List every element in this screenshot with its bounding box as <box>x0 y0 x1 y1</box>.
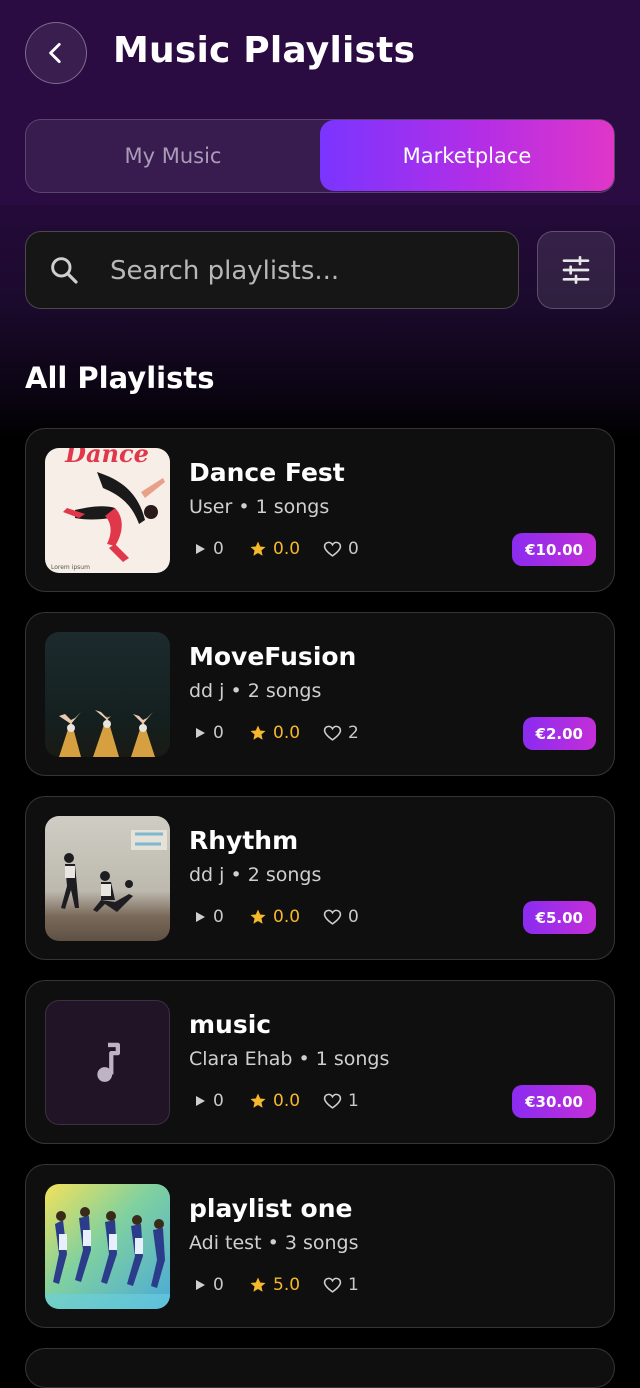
playlist-subtitle: Clara Ehab • 1 songs <box>189 1048 390 1070</box>
search-icon <box>51 257 78 284</box>
music-note-icon <box>96 1042 120 1082</box>
star-icon <box>250 909 266 924</box>
rating-value: 5.0 <box>273 1275 301 1295</box>
play-count: 0 <box>213 1091 224 1111</box>
playlist-cover <box>45 632 170 757</box>
cover-footer: Lorem ipsum <box>51 564 90 571</box>
star-icon <box>250 1277 266 1292</box>
chevron-left-icon <box>49 42 61 64</box>
price-badge: €30.00 <box>512 1085 596 1118</box>
playlist-cover <box>45 1184 170 1309</box>
playlist-list: Dance Lorem ipsum Dance Fest User • 1 so… <box>25 428 615 1388</box>
playlist-cover <box>45 816 170 941</box>
play-icon <box>196 544 205 554</box>
playlist-card[interactable]: MoveFusion dd j • 2 songs 0 0.0 2 €2.00 <box>25 612 615 776</box>
playlist-subtitle: dd j • 2 songs <box>189 864 322 886</box>
playlist-card[interactable]: Rhythm dd j • 2 songs 0 0.0 0 €5.00 <box>25 796 615 960</box>
play-count: 0 <box>213 723 224 743</box>
like-count: 0 <box>348 539 359 559</box>
filter-button[interactable] <box>537 231 615 309</box>
playlist-title: MoveFusion <box>189 642 357 671</box>
playlist-title: Dance Fest <box>189 458 345 487</box>
price-badge: €2.00 <box>522 717 596 750</box>
playlist-cover <box>45 1000 170 1125</box>
heart-icon <box>323 725 342 741</box>
playlist-card[interactable] <box>25 1348 615 1388</box>
playlist-card[interactable]: music Clara Ehab • 1 songs 0 0.0 1 €30.0… <box>25 980 615 1144</box>
play-count: 0 <box>213 539 224 559</box>
playlist-stats: 0 0.0 1 <box>193 1089 359 1113</box>
playlist-stats: 0 0.0 0 <box>193 537 359 561</box>
star-icon <box>250 1093 266 1108</box>
tab-my-music[interactable]: My Music <box>26 120 320 191</box>
playlist-title: music <box>189 1010 272 1039</box>
section-title: All Playlists <box>25 361 215 395</box>
playlist-title: playlist one <box>189 1194 353 1223</box>
play-icon <box>196 1280 205 1290</box>
rating-value: 0.0 <box>273 907 301 927</box>
playlist-cover: Dance Lorem ipsum <box>45 448 170 573</box>
playlist-stats: 0 0.0 0 <box>193 905 359 929</box>
like-count: 0 <box>348 907 359 927</box>
play-icon <box>196 1096 205 1106</box>
like-count: 1 <box>348 1275 359 1295</box>
playlist-title: Rhythm <box>189 826 299 855</box>
search-bar <box>25 231 519 309</box>
heart-icon <box>323 909 342 925</box>
back-button[interactable] <box>25 22 87 84</box>
playlist-subtitle: User • 1 songs <box>189 496 330 518</box>
cover-caption: Dance <box>64 448 149 468</box>
star-icon <box>250 541 266 556</box>
price-badge: €10.00 <box>512 533 596 566</box>
sliders-icon <box>562 255 590 284</box>
heart-icon <box>323 541 342 557</box>
playlist-subtitle: dd j • 2 songs <box>189 680 322 702</box>
like-count: 1 <box>348 1091 359 1111</box>
play-count: 0 <box>213 1275 224 1295</box>
play-count: 0 <box>213 907 224 927</box>
rating-value: 0.0 <box>273 723 301 743</box>
playlist-subtitle: Adi test • 3 songs <box>189 1232 359 1254</box>
playlist-stats: 0 0.0 2 <box>193 721 359 745</box>
play-icon <box>196 728 205 738</box>
playlist-card[interactable]: Dance Lorem ipsum Dance Fest User • 1 so… <box>25 428 615 592</box>
play-icon <box>196 912 205 922</box>
search-input[interactable] <box>108 232 502 309</box>
rating-value: 0.0 <box>273 539 301 559</box>
tab-marketplace[interactable]: Marketplace <box>320 120 614 191</box>
price-badge: €5.00 <box>522 901 596 934</box>
heart-icon <box>323 1277 342 1293</box>
like-count: 2 <box>348 723 359 743</box>
tab-bar: My Music Marketplace <box>25 119 615 193</box>
heart-icon <box>323 1093 342 1109</box>
playlist-card[interactable]: playlist one Adi test • 3 songs 0 5.0 1 <box>25 1164 615 1328</box>
playlist-stats: 0 5.0 1 <box>193 1273 359 1297</box>
rating-value: 0.0 <box>273 1091 301 1111</box>
page-title: Music Playlists <box>113 30 416 71</box>
star-icon <box>250 725 266 740</box>
